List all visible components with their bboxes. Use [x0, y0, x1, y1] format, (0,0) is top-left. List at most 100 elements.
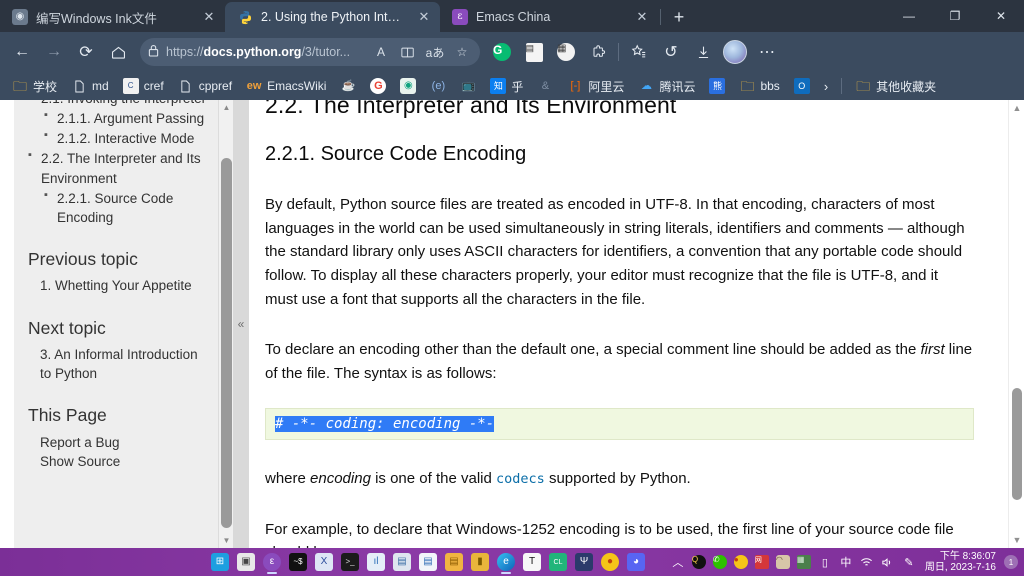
sogou-tray-icon[interactable]: ● — [732, 552, 750, 572]
password-extension-icon[interactable]: ▦ — [550, 37, 582, 67]
page-scrollbar-thumb[interactable] — [1012, 388, 1022, 500]
maximize-button[interactable]: ❐ — [932, 0, 978, 32]
taskbar-discord[interactable]: ◕ — [623, 549, 649, 575]
taskbar-yandex[interactable]: Ψ — [571, 549, 597, 575]
new-tab-button[interactable]: + — [665, 3, 693, 31]
cat-icon[interactable]: ◠ — [774, 552, 792, 572]
scroll-down-arrow-icon[interactable]: ▼ — [219, 533, 234, 548]
favorite-star-icon[interactable]: ☆ — [452, 42, 472, 62]
bookmark-aliyun[interactable]: [-] 阿里云 — [561, 75, 630, 97]
bookmark-md[interactable]: md — [65, 75, 115, 97]
back-icon[interactable]: ← — [6, 37, 38, 67]
bookmark-zhihu[interactable]: 知 乎 — [484, 75, 529, 97]
netease-icon[interactable]: 网 — [753, 552, 771, 572]
settings-more-icon[interactable]: ⋯ — [751, 37, 783, 67]
taskbar-emacs[interactable]: ε — [259, 549, 285, 575]
history-icon[interactable]: ↺ — [655, 37, 687, 67]
taskbar-yellow-app[interactable]: ▮ — [467, 549, 493, 575]
minimize-button[interactable]: — — [886, 0, 932, 32]
task-view-button[interactable]: ▣ — [233, 549, 259, 575]
qq-icon[interactable]: Q — [690, 552, 708, 572]
grammarly-extension-icon[interactable]: G — [486, 37, 518, 67]
bookmark-cref[interactable]: C cref — [117, 75, 170, 97]
scroll-up-arrow-icon[interactable]: ▲ — [219, 100, 234, 115]
scroll-up-arrow-icon[interactable]: ▲ — [1009, 100, 1024, 116]
refresh-icon[interactable]: ⟳ — [70, 37, 102, 67]
bookmark-bilibili[interactable]: 📺 — [454, 75, 482, 97]
taskbar-file-explorer[interactable]: ▤ — [441, 549, 467, 575]
avatar[interactable] — [719, 37, 751, 67]
taskbar-clion[interactable]: CL — [545, 549, 571, 575]
sidebar-scrollbar[interactable]: ▲ ▼ — [218, 100, 233, 548]
close-icon[interactable]: ✕ — [199, 7, 219, 27]
show-source-link[interactable]: Show Source — [40, 452, 208, 471]
sidebar-item-interpreter-environment[interactable]: 2.2. The Interpreter and Its Environment — [28, 148, 208, 187]
sidebar-item-invoking-interpreter[interactable]: 2.1. Invoking the Interpreter — [28, 100, 208, 108]
pen-icon[interactable]: ✎ — [900, 552, 918, 572]
bookmark-ampersand[interactable]: & — [531, 75, 559, 97]
forward-icon[interactable]: → — [38, 37, 70, 67]
scroll-down-arrow-icon[interactable]: ▼ — [1009, 532, 1024, 548]
tab-emacs-china[interactable]: ε Emacs China ✕ — [440, 2, 658, 32]
sidebar-collapse-handle[interactable]: « — [233, 100, 249, 548]
taskbar-edge[interactable]: e — [493, 549, 519, 575]
taskbar-bash[interactable]: ~$ — [285, 549, 311, 575]
volume-icon[interactable] — [879, 552, 897, 572]
close-window-button[interactable]: ✕ — [978, 0, 1024, 32]
bookmark-other-folder[interactable]: 🗀 其他收藏夹 — [849, 75, 942, 97]
bookmarks-overflow-chevron-icon[interactable]: › — [818, 79, 834, 94]
address-bar[interactable]: https://docs.python.org/3/tutor... A aあ … — [140, 38, 480, 66]
wifi-icon[interactable] — [858, 552, 876, 572]
screen-icon[interactable]: ▦ — [795, 552, 813, 572]
close-icon[interactable]: ✕ — [414, 7, 434, 27]
taskbar-typora[interactable]: T — [519, 549, 545, 575]
bookmark-tencent-cloud[interactable]: ☁ 腾讯云 — [632, 75, 701, 97]
start-button[interactable]: ⊞ — [207, 549, 233, 575]
bookmark-outlook[interactable]: O — [788, 75, 816, 97]
taskbar-calculator[interactable]: ▤ — [389, 549, 415, 575]
collections-icon[interactable] — [623, 37, 655, 67]
bookmark-google[interactable]: G — [364, 75, 392, 97]
translate-icon[interactable]: aあ — [425, 42, 445, 62]
tab-python-interpreter[interactable]: 2. Using the Python Interpreter – ✕ — [225, 2, 440, 32]
taskbar-notepad[interactable]: ▤ — [415, 549, 441, 575]
downloads-icon[interactable] — [687, 37, 719, 67]
bookmark-emacswiki[interactable]: ew EmacsWiki — [240, 75, 332, 97]
immersive-reader-icon[interactable] — [398, 42, 418, 62]
sidebar-item-source-code-encoding[interactable]: 2.2.1. Source Code Encoding — [44, 188, 208, 227]
bookmark-java[interactable]: ☕ — [334, 75, 362, 97]
bookmark-chatgpt[interactable]: ◉ — [394, 75, 422, 97]
wechat-icon[interactable]: ✆ — [711, 552, 729, 572]
bookmark-xuexiao[interactable]: 🗀 学校 — [6, 75, 63, 97]
battery-icon[interactable]: ▯ — [816, 552, 834, 572]
previous-topic-link[interactable]: 1. Whetting Your Appetite — [28, 277, 208, 296]
next-topic-link[interactable]: 3. An Informal Introduction to Python — [28, 346, 208, 384]
notification-badge[interactable]: 1 — [1004, 555, 1018, 569]
pdf-extension-icon[interactable]: ▤ — [518, 37, 550, 67]
read-aloud-icon[interactable]: A — [371, 42, 391, 62]
ime-icon[interactable]: 中 — [837, 552, 855, 572]
report-a-bug-link[interactable]: Report a Bug — [40, 433, 208, 452]
sidebar-item-argument-passing[interactable]: 2.1.1. Argument Passing — [44, 108, 208, 128]
bookmark-edge[interactable]: (e) — [424, 75, 452, 97]
extensions-puzzle-icon[interactable] — [582, 37, 614, 67]
taskbar-xming[interactable]: X — [311, 549, 337, 575]
page-scrollbar[interactable]: ▲ ▼ — [1008, 100, 1024, 548]
sidebar-item-interactive-mode[interactable]: 2.1.2. Interactive Mode — [44, 128, 208, 148]
tray-overflow-chevron-icon[interactable]: ︿ — [669, 552, 687, 572]
edge-icon: e — [497, 553, 515, 571]
code-block-encoding[interactable]: # -*- coding: encoding -*- — [265, 407, 974, 440]
home-icon[interactable] — [102, 37, 134, 67]
bookmark-baidu[interactable]: 熊 — [703, 75, 731, 97]
bookmark-cppref[interactable]: cppref — [172, 75, 238, 97]
page-title: 2.2. The Interpreter and Its Environment — [265, 100, 677, 118]
taskbar-clock[interactable]: 下午 8:36:07 周日, 2023-7-16 — [921, 551, 1001, 574]
bookmark-bbs[interactable]: 🗀 bbs — [733, 75, 785, 97]
taskbar-cmd[interactable]: >_ — [337, 549, 363, 575]
taskbar-task-manager[interactable]: ıl — [363, 549, 389, 575]
codecs-link[interactable]: codecs — [496, 471, 545, 487]
sidebar-scrollbar-thumb[interactable] — [221, 158, 232, 528]
taskbar-sogou-browser[interactable]: ● — [597, 549, 623, 575]
tab-chatgpt[interactable]: ◉ 编写Windows Ink文件 ✕ — [0, 2, 225, 32]
close-icon[interactable]: ✕ — [632, 7, 652, 27]
